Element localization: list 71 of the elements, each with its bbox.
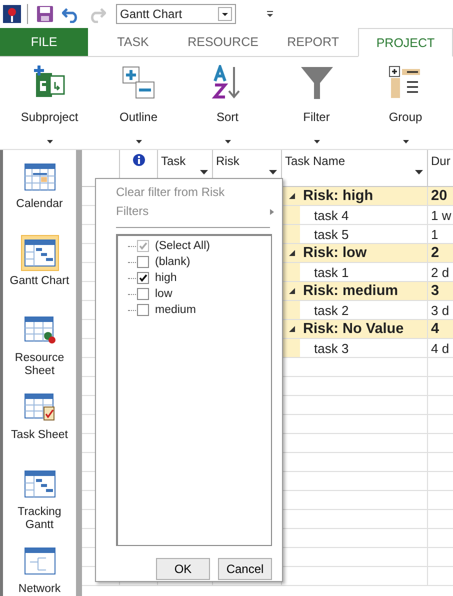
duration-cell: 1 w (428, 206, 453, 225)
network-diagram-icon (24, 546, 56, 576)
cancel-button[interactable]: Cancel (218, 558, 272, 580)
ribbon-button[interactable]: Group (361, 57, 450, 149)
checkbox[interactable] (137, 304, 149, 316)
task-name: task 4 (313, 208, 349, 222)
task-name: task 2 (313, 302, 349, 318)
caret-icon (402, 140, 408, 144)
ribbon-button[interactable]: Sort (183, 57, 272, 149)
dropdown-icon (218, 7, 232, 21)
duration-cell: 20 (428, 187, 453, 206)
filter-value-item[interactable]: (Select All) (128, 238, 271, 254)
plus-minus-icon (120, 65, 156, 101)
checkbox[interactable] (137, 272, 149, 284)
ribbon-tab[interactable]: TASK (88, 28, 178, 56)
duration-cell: 3 (428, 282, 453, 301)
collapse-icon[interactable] (289, 193, 295, 199)
sheet-people-icon (24, 315, 56, 345)
collapse-icon[interactable] (289, 326, 295, 332)
dropdown-icon[interactable] (269, 170, 277, 175)
submenu-arrow-icon (270, 208, 274, 214)
customize-icon[interactable] (266, 10, 274, 18)
checkbox[interactable] (137, 288, 149, 300)
view-item[interactable]: Network (3, 535, 76, 596)
task-name: task 5 (313, 226, 349, 242)
ribbon-button[interactable]: Outline (94, 57, 183, 149)
filter-value-item[interactable]: (blank) (128, 254, 271, 270)
ribbon-button[interactable]: Filter (272, 57, 361, 149)
checkbox[interactable] (137, 256, 149, 268)
view-item[interactable]: Task Sheet (3, 381, 76, 458)
task-name: Risk: medium (303, 283, 398, 299)
view-item[interactable]: Resource Sheet (3, 304, 76, 381)
task-name: Risk: high (303, 188, 374, 204)
ribbon-tab[interactable]: REPORT (268, 28, 358, 56)
ribbon-tab[interactable]: RESOURCE (178, 28, 268, 56)
ribbon-tab[interactable]: PROJECT (358, 28, 453, 57)
task-name: task 3 (313, 340, 349, 356)
app-icon[interactable] (3, 5, 21, 23)
view-item[interactable]: Gantt Chart (3, 227, 76, 304)
ribbon-tab[interactable]: FILE (0, 28, 88, 56)
view-item[interactable]: Calendar (3, 150, 76, 227)
view-item[interactable]: Tracking Gantt (3, 458, 76, 535)
filter-value-item[interactable]: high (128, 270, 271, 286)
calendar-icon (24, 161, 56, 191)
filter-icon (298, 65, 334, 101)
sheet-clipboard-icon (24, 392, 56, 422)
save-icon[interactable] (36, 5, 54, 23)
caret-icon (224, 140, 230, 144)
duration-cell: 2 (428, 244, 453, 263)
checkbox[interactable] (137, 240, 149, 252)
caret-icon (46, 140, 52, 144)
dropdown-icon[interactable] (415, 170, 423, 175)
gantt-icon (24, 238, 56, 268)
task-name: Risk: No Value (303, 321, 404, 337)
dropdown-icon[interactable] (200, 170, 208, 175)
collapse-icon[interactable] (289, 250, 295, 256)
caret-icon (136, 140, 142, 144)
duration-cell: 4 d (428, 339, 453, 358)
ok-button[interactable]: OK (156, 558, 210, 580)
undo-icon[interactable] (62, 5, 80, 23)
duration-cell: 4 (428, 320, 453, 339)
caret-icon (314, 140, 320, 144)
filter-value-item[interactable]: low (128, 286, 271, 302)
view-select[interactable]: Gantt Chart (116, 4, 236, 24)
collapse-icon[interactable] (289, 288, 295, 294)
filter-value-item[interactable]: medium (128, 302, 271, 318)
task-name: Risk: low (303, 245, 367, 261)
gantt-icon (24, 469, 56, 499)
task-name: task 1 (313, 264, 349, 280)
ribbon-button[interactable]: Subproject (5, 57, 94, 149)
info-icon (132, 154, 144, 166)
